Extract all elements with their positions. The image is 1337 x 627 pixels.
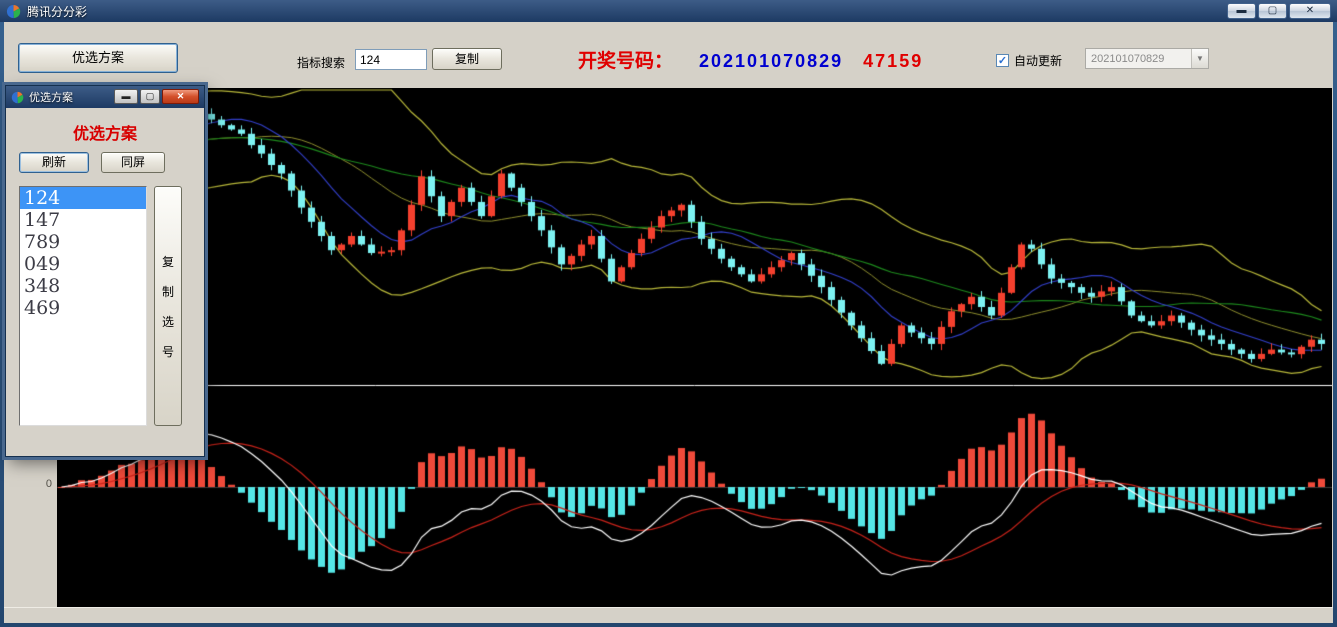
draw-number-label: 开奖号码： [578, 46, 673, 73]
close-button[interactable]: ✕ [1289, 3, 1331, 19]
app-logo-icon [6, 4, 21, 19]
title-bar: 腾讯分分彩 ▬ ▢ ✕ [0, 0, 1337, 22]
list-item[interactable]: 124 [20, 187, 146, 209]
period-dropdown[interactable]: 202101070829 ▼ [1085, 48, 1209, 69]
maximize-button[interactable]: ▢ [1258, 3, 1287, 19]
list-item[interactable]: 469 [20, 297, 146, 319]
list-item[interactable]: 049 [20, 253, 146, 275]
window-title: 腾讯分分彩 [27, 3, 87, 20]
dialog-close-button[interactable]: ✕ [162, 89, 199, 104]
plan-listbox[interactable]: 124147789049348469 [19, 186, 147, 426]
dialog-caption-buttons: ▬ ▢ ✕ [114, 89, 199, 104]
macd-zero-label: 0 [34, 478, 52, 490]
dialog-heading: 优选方案 [6, 120, 204, 144]
dialog-maximize-button[interactable]: ▢ [140, 89, 160, 104]
dialog-logo-icon [11, 91, 24, 104]
checkbox-icon: ✓ [996, 54, 1009, 67]
caption-buttons: ▬ ▢ ✕ [1227, 3, 1331, 19]
list-item[interactable]: 789 [20, 231, 146, 253]
status-bar [4, 607, 1333, 623]
screen: { "window": { "title": "腾讯分分彩" }, "toolb… [0, 0, 1337, 627]
chevron-down-icon[interactable]: ▼ [1191, 49, 1208, 68]
plan-dialog: 优选方案 ▬ ▢ ✕ 优选方案 刷新 同屏 124147789049348469… [5, 85, 205, 457]
same-screen-button[interactable]: 同屏 [101, 152, 165, 173]
dialog-title-bar[interactable]: 优选方案 ▬ ▢ ✕ [6, 86, 204, 108]
indicator-search-input[interactable] [355, 49, 427, 70]
auto-update-label: 自动更新 [1014, 52, 1062, 69]
indicator-search-label: 指标搜索 [297, 54, 345, 71]
chart-area [57, 88, 1332, 608]
chart-canvas [57, 88, 1332, 608]
dialog-minimize-button[interactable]: ▬ [114, 89, 138, 104]
list-item[interactable]: 348 [20, 275, 146, 297]
minimize-button[interactable]: ▬ [1227, 3, 1256, 19]
period-dropdown-value: 202101070829 [1086, 53, 1191, 65]
copy-select-button[interactable]: 复制选号 [154, 186, 182, 426]
draw-result-row: 开奖号码： 202101070829 47159 [578, 46, 923, 73]
dialog-title: 优选方案 [29, 89, 73, 105]
copy-button[interactable]: 复制 [432, 48, 502, 70]
plan-button[interactable]: 优选方案 [18, 43, 178, 73]
client-area: 优选方案 指标搜索 复制 开奖号码： 202101070829 47159 ✓ … [4, 22, 1333, 623]
auto-update-checkbox[interactable]: ✓ 自动更新 [996, 52, 1062, 69]
refresh-button[interactable]: 刷新 [19, 152, 89, 173]
draw-result-code: 47159 [863, 51, 923, 72]
draw-period-number: 202101070829 [699, 51, 843, 72]
list-item[interactable]: 147 [20, 209, 146, 231]
check-icon: ✓ [998, 56, 1007, 66]
